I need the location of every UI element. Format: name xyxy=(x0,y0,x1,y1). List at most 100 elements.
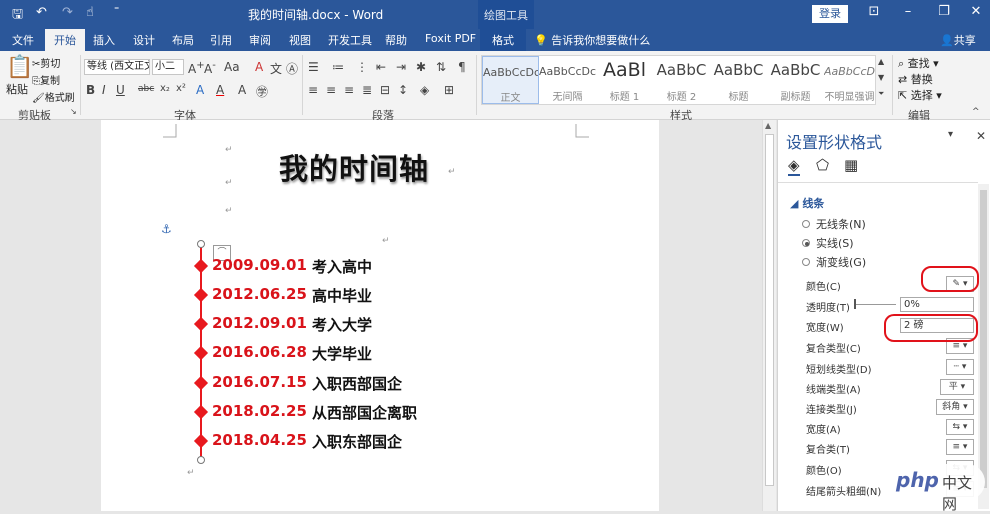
find-button[interactable]: ⌕ 查找 ▾ xyxy=(898,55,939,71)
scroll-up-icon[interactable]: ▲ xyxy=(765,121,771,130)
style-heading-2[interactable]: AaBbC 标题 2 xyxy=(653,56,710,104)
align-center-icon[interactable]: ≡ xyxy=(326,83,336,97)
pane-scrollbar-thumb[interactable] xyxy=(980,190,987,488)
select-button[interactable]: ⇱ 选择 ▾ xyxy=(898,87,942,103)
align-right-icon[interactable]: ≡ xyxy=(344,83,354,97)
login-button[interactable]: 登录 xyxy=(812,5,848,23)
timeline-date[interactable]: 2018.04.25 xyxy=(212,431,307,449)
italic-icon[interactable]: I xyxy=(102,83,106,97)
document-heading[interactable]: 我的时间轴 xyxy=(279,146,429,188)
style-subtitle[interactable]: AaBbC 副标题 xyxy=(767,56,824,104)
timeline-event[interactable]: 入职东部国企 xyxy=(312,431,402,452)
fill-line-icon[interactable]: ◈ xyxy=(788,156,800,176)
customize-icon[interactable]: ⁼ xyxy=(114,5,119,16)
cap-type-select[interactable]: 平 ▾ xyxy=(940,379,974,395)
tab-home[interactable]: 开始 xyxy=(45,29,85,51)
timeline-date[interactable]: 2009.09.01 xyxy=(212,256,307,274)
underline-icon[interactable]: U xyxy=(116,83,125,97)
timeline-date[interactable]: 2018.02.25 xyxy=(212,402,307,420)
solid-line-radio[interactable]: 实线(S) xyxy=(802,235,854,251)
numbering-icon[interactable]: ≔ xyxy=(332,60,344,74)
line-spacing-icon[interactable]: ↕ xyxy=(398,83,408,97)
paste-button[interactable]: 粘贴 xyxy=(6,81,28,97)
begin-arrow-size-button[interactable]: ≡ ▾ xyxy=(946,439,974,455)
tab-references[interactable]: 引用 xyxy=(210,32,232,48)
multilevel-list-icon[interactable]: ⋮ xyxy=(356,60,368,74)
tab-layout[interactable]: 布局 xyxy=(172,32,194,48)
tab-file[interactable]: 文件 xyxy=(12,32,34,48)
style-normal[interactable]: AaBbCcDc 正文 xyxy=(482,56,539,104)
style-title[interactable]: AaBbC 标题 xyxy=(710,56,767,104)
tell-me-search[interactable]: 💡 告诉我你想要做什么 xyxy=(534,32,650,48)
touch-mode-icon[interactable]: ☝ xyxy=(86,5,94,20)
save-icon[interactable]: 🖫 xyxy=(12,5,23,27)
timeline-event[interactable]: 从西部国企离职 xyxy=(312,402,417,423)
timeline-date[interactable]: 2012.06.25 xyxy=(212,285,307,303)
replace-button[interactable]: ⇄ 替换 xyxy=(898,71,933,87)
close-icon[interactable]: ✕ xyxy=(966,4,986,19)
dialog-launcher-icon[interactable]: ↘ xyxy=(70,107,77,116)
pane-scrollbar[interactable] xyxy=(978,184,989,509)
enclose-char-icon[interactable]: ㊫ xyxy=(256,83,268,100)
font-name-select[interactable]: 等线 (西文正文 xyxy=(84,59,150,75)
effects-icon[interactable]: ⬠ xyxy=(816,156,829,174)
scrollbar-thumb[interactable] xyxy=(765,134,774,486)
timeline-end-handle[interactable] xyxy=(197,456,205,464)
pane-close-icon[interactable]: ✕ xyxy=(976,129,986,143)
paste-icon[interactable]: 📋 xyxy=(6,55,33,80)
borders-icon[interactable]: ⊞ xyxy=(444,83,454,97)
timeline-start-handle[interactable] xyxy=(197,240,205,248)
sort-icon[interactable]: ⇅ xyxy=(436,60,446,74)
document-scrollbar[interactable]: ▲ xyxy=(762,120,776,511)
tab-design[interactable]: 设计 xyxy=(133,32,155,48)
bold-icon[interactable]: B xyxy=(86,83,95,97)
distributed-icon[interactable]: ⊟ xyxy=(380,83,390,97)
timeline-date[interactable]: 2016.06.28 xyxy=(212,343,307,361)
shrink-font-icon[interactable]: A- xyxy=(204,60,216,76)
clear-format-icon[interactable]: A xyxy=(255,60,263,74)
style-no-spacing[interactable]: AaBbCcDc 无间隔 xyxy=(539,56,596,104)
timeline-event[interactable]: 考入大学 xyxy=(312,314,372,335)
undo-icon[interactable]: ↶ xyxy=(36,5,47,20)
char-border-icon[interactable]: Ⓐ xyxy=(286,60,298,77)
style-heading-1[interactable]: AaBl 标题 1 xyxy=(596,56,653,104)
no-line-radio[interactable]: 无线条(N) xyxy=(802,216,866,232)
timeline-date[interactable]: 2012.09.01 xyxy=(212,314,307,332)
text-effects-icon[interactable]: A xyxy=(196,83,204,97)
layout-properties-icon[interactable]: ▦ xyxy=(844,156,858,174)
minimize-icon[interactable]: – xyxy=(898,4,918,19)
justify-icon[interactable]: ≣ xyxy=(362,83,372,97)
transparency-slider-knob[interactable] xyxy=(854,299,856,309)
document-page[interactable]: 我的时间轴 ↵ ↵ ↵ ↵ ↵ ⚓ ⌒ 2009.09.01 考入高中 2012… xyxy=(101,120,659,511)
grow-font-icon[interactable]: A+ xyxy=(188,60,205,76)
cut-button[interactable]: ✂剪切 xyxy=(32,55,60,70)
styles-more-icon[interactable]: ⏷ xyxy=(878,89,884,99)
chinese-layout-icon[interactable]: ✱ xyxy=(416,60,426,74)
tab-foxit[interactable]: Foxit PDF xyxy=(425,32,476,45)
show-marks-icon[interactable]: ¶ xyxy=(458,60,466,74)
maximize-icon[interactable]: ❐ xyxy=(934,4,954,19)
style-subtle-emphasis[interactable]: AaBbCcDc 不明显强调 xyxy=(824,56,875,104)
begin-arrow-type-button[interactable]: ⇆ ▾ xyxy=(946,419,974,435)
phonetic-icon[interactable]: 文 xyxy=(270,60,282,77)
transparency-input[interactable]: 0% xyxy=(900,297,974,312)
join-type-select[interactable]: 斜角 ▾ xyxy=(936,399,974,415)
subscript-icon[interactable]: x₂ xyxy=(160,83,170,94)
bullets-icon[interactable]: ☰ xyxy=(308,60,319,74)
tab-format[interactable]: 格式 xyxy=(480,29,526,51)
tab-view[interactable]: 视图 xyxy=(289,32,311,48)
timeline-event[interactable]: 大学毕业 xyxy=(312,343,372,364)
share-button[interactable]: 👤共享 xyxy=(940,32,976,48)
tab-help[interactable]: 帮助 xyxy=(385,32,407,48)
font-size-select[interactable]: 小二 xyxy=(152,59,184,75)
gradient-line-radio[interactable]: 渐变线(G) xyxy=(802,254,866,270)
pane-options-icon[interactable]: ▾ xyxy=(948,129,953,140)
shading-icon[interactable]: ◈ xyxy=(420,83,429,97)
tab-developer[interactable]: 开发工具 xyxy=(328,32,372,48)
align-left-icon[interactable]: ≡ xyxy=(308,83,318,97)
dash-type-button[interactable]: ┄ ▾ xyxy=(946,359,974,375)
styles-scroll-down-icon[interactable]: ▼ xyxy=(878,73,884,82)
increase-indent-icon[interactable]: ⇥ xyxy=(396,60,406,74)
copy-button[interactable]: ⎘复制 xyxy=(32,72,60,87)
decrease-indent-icon[interactable]: ⇤ xyxy=(376,60,386,74)
